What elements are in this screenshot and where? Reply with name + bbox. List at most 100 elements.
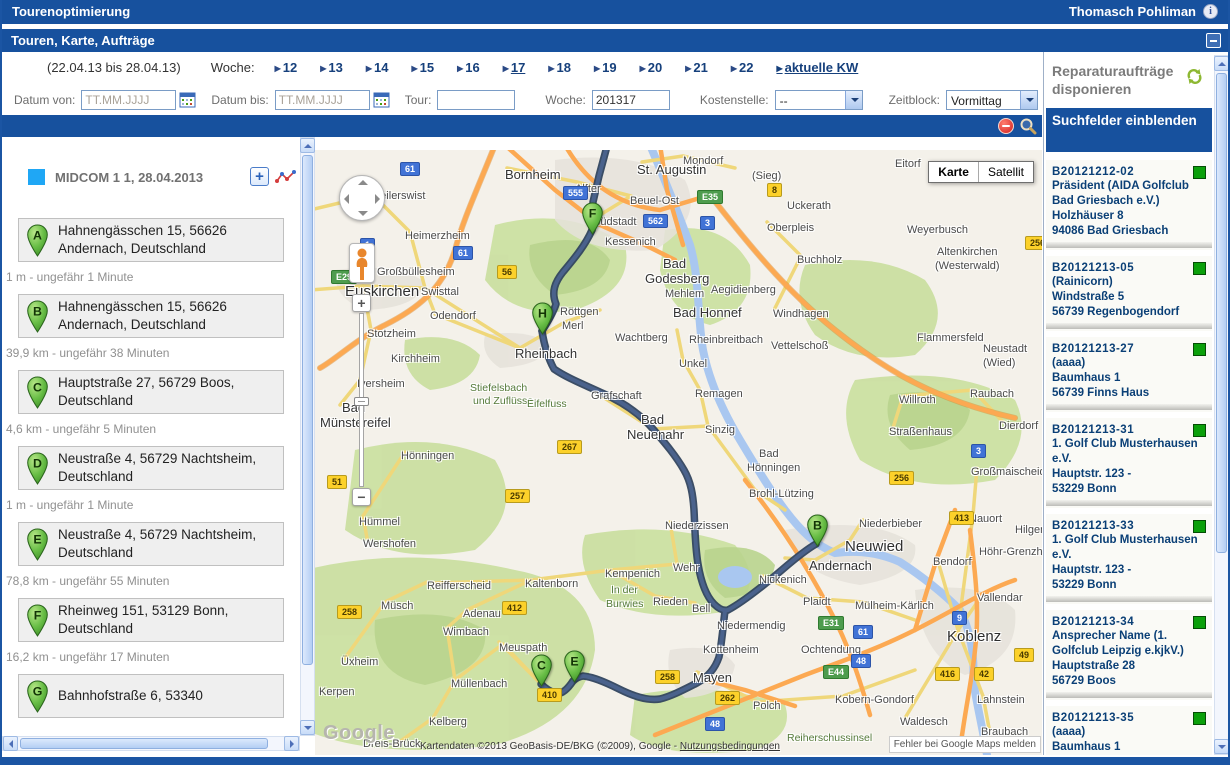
zoom-slider-thumb[interactable]: [354, 397, 369, 406]
tour-stop-G[interactable]: G Bahnhofstraße 6, 53340: [18, 674, 284, 718]
map-type-karte-button[interactable]: Karte: [929, 162, 978, 182]
map-pan-control[interactable]: [339, 175, 385, 221]
week-link-16[interactable]: ▶ 16: [457, 60, 480, 75]
pin-icon: C: [27, 376, 48, 409]
svg-text:B: B: [33, 304, 42, 318]
order-card[interactable]: B20121212-02 Präsident (AIDA Golfclub Bad…: [1046, 160, 1212, 250]
datum-bis-input[interactable]: [274, 90, 370, 110]
week-link-18[interactable]: ▶ 18: [548, 60, 571, 75]
order-card[interactable]: B20121213-31 1. Golf Club Musterhausen e.…: [1046, 418, 1212, 508]
minus-icon: [1210, 40, 1217, 42]
week-link-22[interactable]: ▶ 22: [731, 60, 754, 75]
tour-color-swatch[interactable]: [28, 169, 45, 185]
scroll-up-button[interactable]: [1214, 56, 1228, 71]
refresh-icon[interactable]: [1186, 68, 1203, 90]
search-icon[interactable]: [1019, 117, 1037, 140]
week-link-12[interactable]: ▶ 12: [275, 60, 298, 75]
leg-distance: 39,9 km - ungefähr 38 Minuten: [6, 346, 170, 360]
map-marker-F[interactable]: F: [581, 202, 604, 235]
current-week-link[interactable]: ▶ aktuelle KW: [776, 60, 858, 75]
datum-von-input[interactable]: [81, 90, 177, 110]
week-arrow-icon: ▶: [593, 64, 601, 73]
scrollbar-thumb[interactable]: [20, 738, 268, 749]
map-label: Bendorf: [933, 556, 972, 568]
terms-link[interactable]: Nutzungsbedingungen: [680, 741, 780, 752]
stop-address: Hauptstraße 27, 56729 Boos, Deutschland: [58, 375, 235, 408]
order-card[interactable]: B20121213-34 Ansprecher Name (1. Golfclub…: [1046, 610, 1212, 700]
zoom-out-button[interactable]: −: [352, 488, 371, 506]
map-canvas[interactable]: Mondorf St. Augustin (Sieg) Eitorf Bornheim W…: [315, 150, 1042, 755]
scrollbar-thumb[interactable]: [1216, 73, 1227, 553]
week-link-20[interactable]: ▶ 20: [640, 60, 663, 75]
map-label: Buchholz: [797, 254, 843, 266]
road-shield: 8: [767, 183, 783, 197]
minimize-button[interactable]: [1206, 33, 1221, 48]
report-error-link[interactable]: Fehler bei Google Maps melden: [888, 736, 1041, 753]
map-marker-B[interactable]: B: [806, 514, 829, 547]
tour-stop-D[interactable]: D Neustraße 4, 56729 Nachtsheim, Deutschl…: [18, 446, 284, 490]
map-label: Hilgert: [1015, 524, 1042, 536]
leg-distance: 1 m - ungefähr 1 Minute: [6, 270, 134, 284]
map-attribution: Kartendaten ©2013 GeoBasis-DE/BKG (©2009…: [420, 741, 780, 752]
info-icon[interactable]: i: [1203, 4, 1218, 19]
chevron-down-icon: [1019, 91, 1037, 109]
datum-bis-label: Datum bis:: [211, 93, 269, 107]
road-shield: 61: [853, 625, 874, 639]
scroll-down-button[interactable]: [1214, 739, 1228, 754]
week-link-15[interactable]: ▶ 15: [411, 60, 434, 75]
woche-input[interactable]: [591, 90, 670, 110]
tour-input[interactable]: [437, 90, 516, 110]
pan-left-icon[interactable]: [344, 194, 349, 204]
calendar-icon[interactable]: [179, 92, 197, 109]
map-label: Flammersfeld: [917, 332, 984, 344]
tour-stop-C[interactable]: C Hauptstraße 27, 56729 Boos, Deutschland: [18, 370, 284, 414]
tour-stop-B[interactable]: B Hahnengässchen 15, 56626 Andernach, Deu…: [18, 294, 284, 338]
status-square-icon: [1193, 712, 1206, 725]
pan-down-icon[interactable]: [358, 211, 368, 216]
pan-right-icon[interactable]: [375, 194, 380, 204]
tour-list-hscrollbar[interactable]: [2, 736, 300, 751]
road-shield: 51: [327, 475, 348, 489]
kostenstelle-select[interactable]: --: [774, 90, 863, 110]
zoom-in-button[interactable]: +: [352, 294, 371, 312]
scroll-down-button[interactable]: [300, 720, 315, 735]
map-label: Oberpleis: [767, 222, 815, 234]
map-label: Röttgen: [560, 306, 599, 318]
leg-distance: 16,2 km - ungefähr 17 Minuten: [6, 650, 170, 664]
scroll-right-button[interactable]: [284, 736, 299, 751]
tour-stop-E[interactable]: E Neustraße 4, 56729 Nachtsheim, Deutschl…: [18, 522, 284, 566]
pan-up-icon[interactable]: [358, 180, 368, 185]
tour-stop-F[interactable]: F Rheinweg 151, 53129 Bonn, Deutschland: [18, 598, 284, 642]
scroll-left-button[interactable]: [3, 736, 18, 751]
show-search-fields-button[interactable]: Suchfelder einblenden: [1046, 108, 1212, 152]
optimize-route-icon[interactable]: [275, 169, 297, 189]
order-card[interactable]: B20121213-27 (aaaa) Baumhaus 1 56739 Finns …: [1046, 337, 1212, 412]
map-label: Bornheim: [505, 167, 561, 182]
scrollbar-thumb[interactable]: [302, 155, 313, 665]
scroll-up-button[interactable]: [300, 138, 315, 153]
map-marker-C[interactable]: C: [530, 654, 553, 687]
order-street: Windstraße 5: [1052, 291, 1125, 303]
add-stop-icon[interactable]: +: [250, 167, 269, 186]
collapse-icon[interactable]: [998, 118, 1014, 134]
order-card[interactable]: B20121213-05 (Rainicorn) Windstraße 5 56739…: [1046, 256, 1212, 331]
order-card[interactable]: B20121213-35(aaaa)Baumhaus 156739 Finns …: [1046, 706, 1212, 755]
map-marker-E[interactable]: E: [563, 650, 586, 683]
tour-stop-A[interactable]: A Hahnengässchen 15, 56626 Andernach, Deu…: [18, 218, 284, 262]
map-marker-H[interactable]: H: [531, 302, 554, 335]
tour-list-scrollbar[interactable]: [300, 137, 315, 736]
orders-scrollbar[interactable]: [1214, 55, 1228, 755]
street-view-pegman[interactable]: [349, 243, 375, 283]
map-type-satellit-button[interactable]: Satellit: [977, 162, 1033, 182]
week-link-13[interactable]: ▶ 13: [320, 60, 343, 75]
week-link-17[interactable]: ▶ 17: [503, 60, 526, 75]
calendar-icon[interactable]: [373, 92, 391, 109]
road-shield: 61: [400, 162, 421, 176]
svg-text:G: G: [33, 684, 43, 698]
order-card[interactable]: B20121213-33 1. Golf Club Musterhausen e.…: [1046, 514, 1212, 604]
week-arrow-icon: ▶: [685, 64, 692, 73]
week-link-14[interactable]: ▶ 14: [366, 60, 389, 75]
week-link-21[interactable]: ▶ 21: [685, 60, 708, 75]
zeitblock-select[interactable]: Vormittag: [945, 90, 1038, 110]
week-link-19[interactable]: ▶ 19: [594, 60, 617, 75]
